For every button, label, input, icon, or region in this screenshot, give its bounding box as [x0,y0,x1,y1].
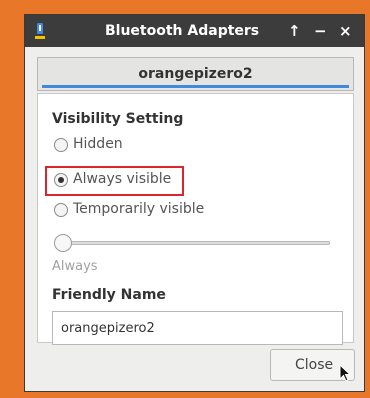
radio-always-visible-label: Always visible [73,171,172,187]
tab-active-indicator [42,85,349,88]
close-window-button[interactable]: × [339,22,352,40]
mouse-pointer-icon [339,364,351,382]
visibility-timeout-slider[interactable] [64,241,330,245]
title-bar[interactable]: Bluetooth Adapters ↑ − × [25,15,364,47]
slider-handle[interactable] [54,234,72,252]
tab-label: orangepizero2 [138,66,253,82]
radio-selected-dot [58,177,64,183]
radio-hidden-label: Hidden [73,136,123,152]
bluetooth-app-icon [35,23,45,39]
radio-always-visible-button[interactable] [54,173,68,187]
radio-temporarily-visible-button[interactable] [54,203,68,217]
close-button-label: Close [295,357,334,373]
bluetooth-adapters-dialog: Bluetooth Adapters ↑ − × orangepizero2 V… [24,14,365,392]
visibility-setting-heading: Visibility Setting [52,111,184,127]
adapter-settings-panel: Visibility Setting Hidden Always visible… [37,93,354,345]
friendly-name-heading: Friendly Name [52,287,166,303]
window-title: Bluetooth Adapters [105,23,260,39]
friendly-name-input[interactable] [52,311,343,345]
maximize-button[interactable]: ↑ [288,22,301,40]
minimize-button[interactable]: − [314,22,327,40]
radio-hidden-button[interactable] [54,138,68,152]
radio-temporarily-visible-label: Temporarily visible [73,201,205,217]
tab-orangepizero2[interactable]: orangepizero2 [37,57,354,91]
slider-value-label: Always [52,259,98,274]
